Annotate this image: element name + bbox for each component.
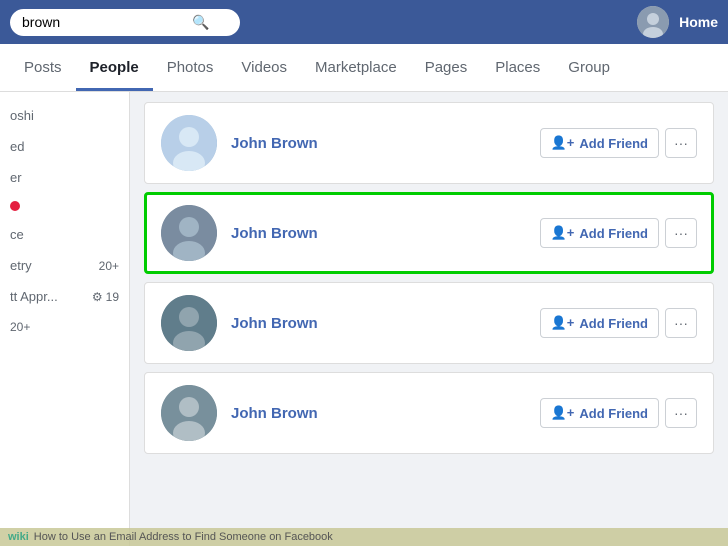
sidebar-item-dot[interactable] <box>0 195 129 217</box>
tab-videos[interactable]: Videos <box>227 47 301 91</box>
add-friend-icon-4: 👤+ <box>551 405 575 421</box>
wikihow-logo: wiki <box>8 531 29 543</box>
search-input[interactable] <box>22 14 192 30</box>
avatar[interactable] <box>637 6 669 38</box>
sidebar: oshi ed er ce etry 20+ tt Appr... ⚙ 19 2… <box>0 92 130 546</box>
avatar-4 <box>161 385 217 441</box>
result-actions-4: 👤+ Add Friend ··· <box>540 398 697 428</box>
search-button[interactable]: 🔍 <box>192 14 209 31</box>
subnav: Posts People Photos Videos Marketplace P… <box>0 44 728 92</box>
results-area: John Brown 👤+ Add Friend ··· John Brown <box>130 92 728 546</box>
tab-marketplace[interactable]: Marketplace <box>301 47 411 91</box>
navbar: 🔍 Home <box>0 0 728 44</box>
result-card-3: John Brown 👤+ Add Friend ··· <box>144 282 714 364</box>
add-friend-icon-2: 👤+ <box>551 225 575 241</box>
sidebar-item-ce[interactable]: ce <box>0 221 129 248</box>
result-name-3[interactable]: John Brown <box>231 315 526 332</box>
navbar-right: Home <box>637 6 718 38</box>
result-actions-3: 👤+ Add Friend ··· <box>540 308 697 338</box>
main-layout: oshi ed er ce etry 20+ tt Appr... ⚙ 19 2… <box>0 92 728 546</box>
add-friend-button-1[interactable]: 👤+ Add Friend <box>540 128 659 158</box>
tab-pages[interactable]: Pages <box>411 47 482 91</box>
result-name-2[interactable]: John Brown <box>231 225 526 242</box>
sidebar-item-oshi[interactable]: oshi <box>0 102 129 129</box>
avatar-3 <box>161 295 217 351</box>
wikihow-text: How to Use an Email Address to Find Some… <box>34 531 333 543</box>
add-friend-button-4[interactable]: 👤+ Add Friend <box>540 398 659 428</box>
result-card-4: John Brown 👤+ Add Friend ··· <box>144 372 714 454</box>
add-friend-icon-1: 👤+ <box>551 135 575 151</box>
add-friend-button-3[interactable]: 👤+ Add Friend <box>540 308 659 338</box>
result-name-1[interactable]: John Brown <box>231 135 526 152</box>
more-button-2[interactable]: ··· <box>665 218 697 248</box>
more-button-1[interactable]: ··· <box>665 128 697 158</box>
more-button-3[interactable]: ··· <box>665 308 697 338</box>
result-actions-2: 👤+ Add Friend ··· <box>540 218 697 248</box>
badge-att: ⚙ 19 <box>92 290 119 304</box>
add-friend-icon-3: 👤+ <box>551 315 575 331</box>
notification-dot <box>10 201 20 211</box>
tab-places[interactable]: Places <box>481 47 554 91</box>
sidebar-item-etry[interactable]: etry 20+ <box>0 252 129 279</box>
add-friend-button-2[interactable]: 👤+ Add Friend <box>540 218 659 248</box>
avatar-1 <box>161 115 217 171</box>
gear-icon: ⚙ <box>92 290 103 304</box>
sidebar-item-att[interactable]: tt Appr... ⚙ 19 <box>0 283 129 310</box>
wikihow-bar: wiki How to Use an Email Address to Find… <box>0 528 728 546</box>
result-actions-1: 👤+ Add Friend ··· <box>540 128 697 158</box>
tab-groups[interactable]: Group <box>554 47 624 91</box>
sidebar-item-ed[interactable]: ed <box>0 133 129 160</box>
more-button-4[interactable]: ··· <box>665 398 697 428</box>
result-card-1: John Brown 👤+ Add Friend ··· <box>144 102 714 184</box>
badge-etry: 20+ <box>99 259 119 273</box>
badge-extra: 20+ <box>10 320 30 334</box>
tab-posts[interactable]: Posts <box>10 47 76 91</box>
home-button[interactable]: Home <box>679 14 718 30</box>
search-bar[interactable]: 🔍 <box>10 9 240 36</box>
sidebar-item-er[interactable]: er <box>0 164 129 191</box>
tab-people[interactable]: People <box>76 47 153 91</box>
avatar-2 <box>161 205 217 261</box>
tab-photos[interactable]: Photos <box>153 47 228 91</box>
result-name-4[interactable]: John Brown <box>231 405 526 422</box>
sidebar-item-extra[interactable]: 20+ <box>0 314 129 340</box>
result-card-2: John Brown 👤+ Add Friend ··· <box>144 192 714 274</box>
